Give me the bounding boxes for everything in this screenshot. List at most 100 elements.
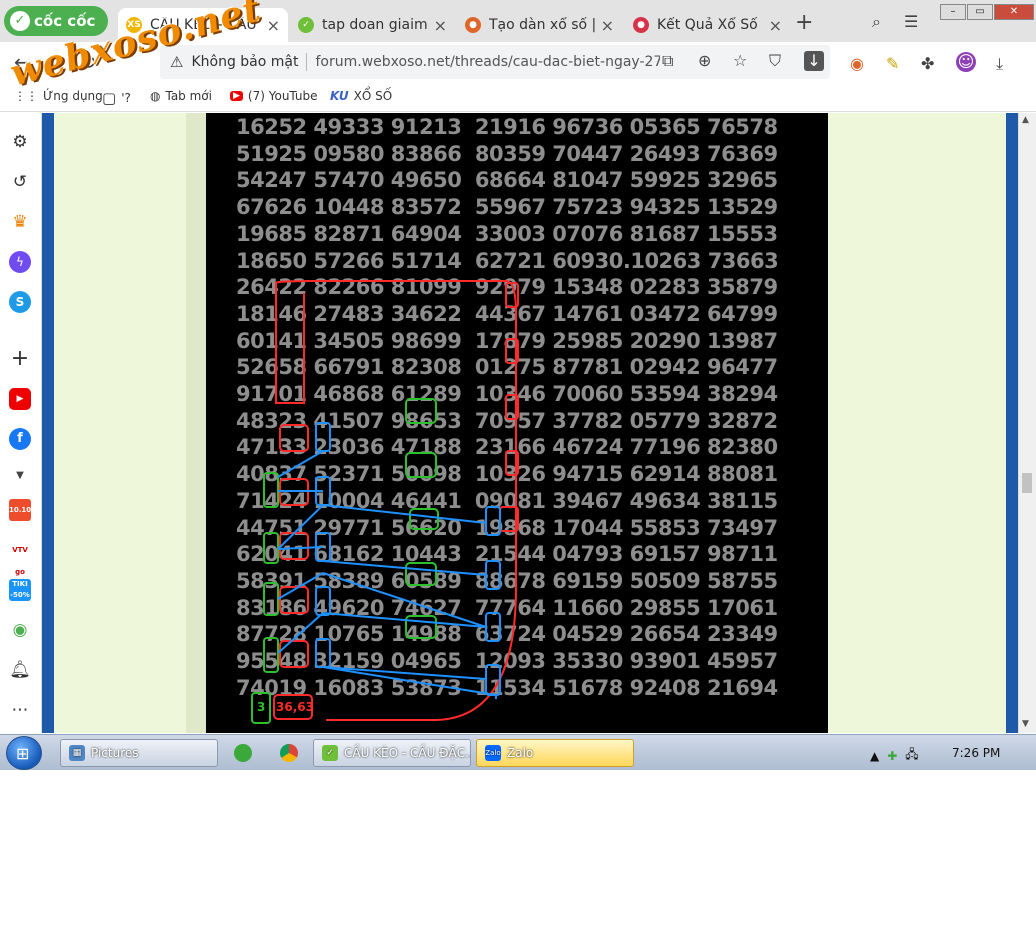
scroll-up-arrow[interactable]: ▲ <box>1022 115 1029 125</box>
puzzle-icon[interactable]: ✤ <box>921 54 934 73</box>
taskbar-label: CẦU KÈO - CẦU ĐẶC... <box>344 746 471 760</box>
coccoc-logo-icon: ✓ <box>10 11 30 31</box>
tray-app-icon[interactable]: ✚ <box>887 749 897 763</box>
facebook-icon[interactable]: f <box>9 428 31 450</box>
shopee-icon[interactable]: 10.10 <box>9 499 31 521</box>
taskbar-pictures[interactable]: ▦ Pictures <box>60 739 218 767</box>
start-button[interactable]: ⊞ <box>6 736 42 770</box>
more-icon[interactable]: ⋯ <box>9 699 31 721</box>
green-box <box>263 637 279 673</box>
tab-label: Kết Quả Xổ Số M <box>657 17 763 33</box>
omnibox[interactable]: ⚠ Không bảo mật forum.webxoso.net/thread… <box>160 45 830 79</box>
zalo-icon: Zalo <box>485 745 501 761</box>
skype-icon[interactable]: S <box>9 291 31 313</box>
green-box <box>263 582 279 616</box>
bookmark-xoso[interactable]: KU XỔ SỐ <box>330 89 392 103</box>
coccoc-icon: ✓ <box>322 745 338 761</box>
folder-icon: ▢ <box>102 89 117 107</box>
green-box <box>263 532 279 564</box>
coccoc-sidebar-icon[interactable]: ◉ <box>9 619 31 641</box>
close-icon[interactable]: × <box>434 16 447 35</box>
windows-logo-icon: ⊞ <box>16 744 30 763</box>
ku-icon: KU <box>330 89 349 103</box>
bookmark-folder[interactable]: ▢ '? <box>102 89 131 107</box>
network-icon[interactable]: 🖧︎ <box>905 745 918 766</box>
taskbar-label: Zalo <box>507 746 534 760</box>
block-popup-icon[interactable]: ⧉ <box>662 51 673 71</box>
close-window-button[interactable]: ✕ <box>994 4 1034 20</box>
red-note-label: 36,63 <box>276 700 314 714</box>
taskbar-zalo[interactable]: Zalo Zalo <box>476 739 634 767</box>
taskbar-coccoc[interactable]: ✓ CẦU KÈO - CẦU ĐẶC... <box>313 739 471 767</box>
bookmark-label: Tab mới <box>165 89 212 103</box>
globe-icon: ◍ <box>150 89 161 103</box>
close-icon[interactable]: × <box>267 16 280 35</box>
maximize-button[interactable]: ▭ <box>967 4 993 20</box>
green-box <box>405 562 437 586</box>
messenger-icon[interactable]: ϟ <box>9 251 31 273</box>
green-box <box>405 398 437 424</box>
scroll-thumb[interactable] <box>1022 473 1032 493</box>
ketqua-icon: ● <box>633 17 649 33</box>
bookmark-new-tab[interactable]: ◍ Tab mới <box>150 89 212 103</box>
settings-gear-icon[interactable]: ⚙ <box>9 131 31 153</box>
youtube-icon: ▶ <box>230 91 243 101</box>
bookmark-label: '? <box>121 91 131 105</box>
tray-expand-icon[interactable]: ▲ <box>870 749 879 763</box>
omnibox-divider <box>306 53 308 71</box>
green-box <box>405 452 437 478</box>
url-text[interactable]: forum.webxoso.net/threads/cau-dac-biet-n… <box>315 54 660 70</box>
security-label[interactable]: Không bảo mật <box>191 54 298 70</box>
red-loop-line <box>275 280 517 721</box>
system-tray: ▲ ✚ 🖧︎ <box>870 745 919 766</box>
download-page-icon[interactable]: ↓ <box>804 51 824 71</box>
green-note-label: 3 <box>257 700 266 714</box>
blue-connector-lines <box>277 450 497 699</box>
chevron-down-icon[interactable]: ▼ <box>9 465 31 487</box>
extension-coccoc-icon[interactable]: ◉ <box>850 54 864 73</box>
vertical-scrollbar[interactable]: ▲ ▼ <box>1018 113 1036 733</box>
blue-box <box>315 638 331 668</box>
brand-name: cốc cốc <box>34 12 96 30</box>
blue-box <box>315 586 331 616</box>
star-icon[interactable]: ☆ <box>733 51 747 70</box>
clock[interactable]: 7:26 PM <box>952 746 1000 760</box>
youtube-icon[interactable]: ▶ <box>9 388 31 410</box>
chrome-icon[interactable] <box>280 744 298 762</box>
tab-ket-qua[interactable]: ● Kết Quả Xổ Số M × <box>625 8 790 42</box>
red-box <box>279 532 309 560</box>
tab-tap-doan[interactable]: ✓ tap doan giaimas × <box>290 8 455 42</box>
scroll-down-arrow[interactable]: ▼ <box>1022 719 1029 729</box>
tiki-icon[interactable]: TIKI -50% <box>9 579 31 601</box>
pictures-icon: ▦ <box>69 745 85 761</box>
crown-icon[interactable]: ♛ <box>9 211 31 233</box>
desktop-screen: ✓ cốc cốc XS CẦU KÈO - CẦU Đ × ✓ tap doa… <box>0 0 1036 770</box>
bookmark-label: (7) YouTube <box>247 89 318 103</box>
quick-launch-plus-icon[interactable] <box>234 744 252 762</box>
shield-icon[interactable]: ⛉ <box>769 51 781 71</box>
history-icon[interactable]: ↺ <box>9 171 31 193</box>
menu-icon[interactable]: ☰ <box>904 12 918 31</box>
left-sidebar: ⚙ ↺ ♛ ϟ S + ▶ f ▼ 10.10 VTV go TIKI -50%… <box>0 113 42 733</box>
vtv-go-icon[interactable]: VTV go <box>9 539 31 576</box>
download-icon[interactable]: ⤓ <box>996 54 1003 74</box>
zoom-icon[interactable]: ⊕ <box>698 51 711 70</box>
close-icon[interactable]: × <box>769 16 782 35</box>
lottery-result-image: 16252 49333 91213 21916 96736 05365 7657… <box>206 113 828 733</box>
tab-tao-dan[interactable]: ● Tạo dàn xổ số | D × <box>457 8 622 42</box>
coccoc-icon: ✓ <box>298 17 314 33</box>
bell-icon[interactable]: 🔔︎ <box>9 659 31 681</box>
red-box <box>279 640 309 668</box>
profile-avatar[interactable]: ☺ <box>956 52 976 72</box>
pencil-icon[interactable]: ✎ <box>886 54 899 73</box>
red-box <box>279 424 309 452</box>
bookmark-youtube[interactable]: ▶ (7) YouTube <box>230 89 318 103</box>
green-box <box>405 615 437 639</box>
minimize-button[interactable]: – <box>940 4 966 20</box>
blue-box <box>485 506 501 536</box>
tab-search-icon[interactable]: ⌕ <box>872 12 881 32</box>
new-tab-button[interactable]: + <box>795 10 813 35</box>
close-icon[interactable]: × <box>601 16 614 35</box>
bookmarks-bar: ⋮⋮ Ứng dụng ▢ '? ◍ Tab mới ▶ (7) YouTube… <box>0 82 1036 112</box>
add-icon[interactable]: + <box>9 348 31 370</box>
